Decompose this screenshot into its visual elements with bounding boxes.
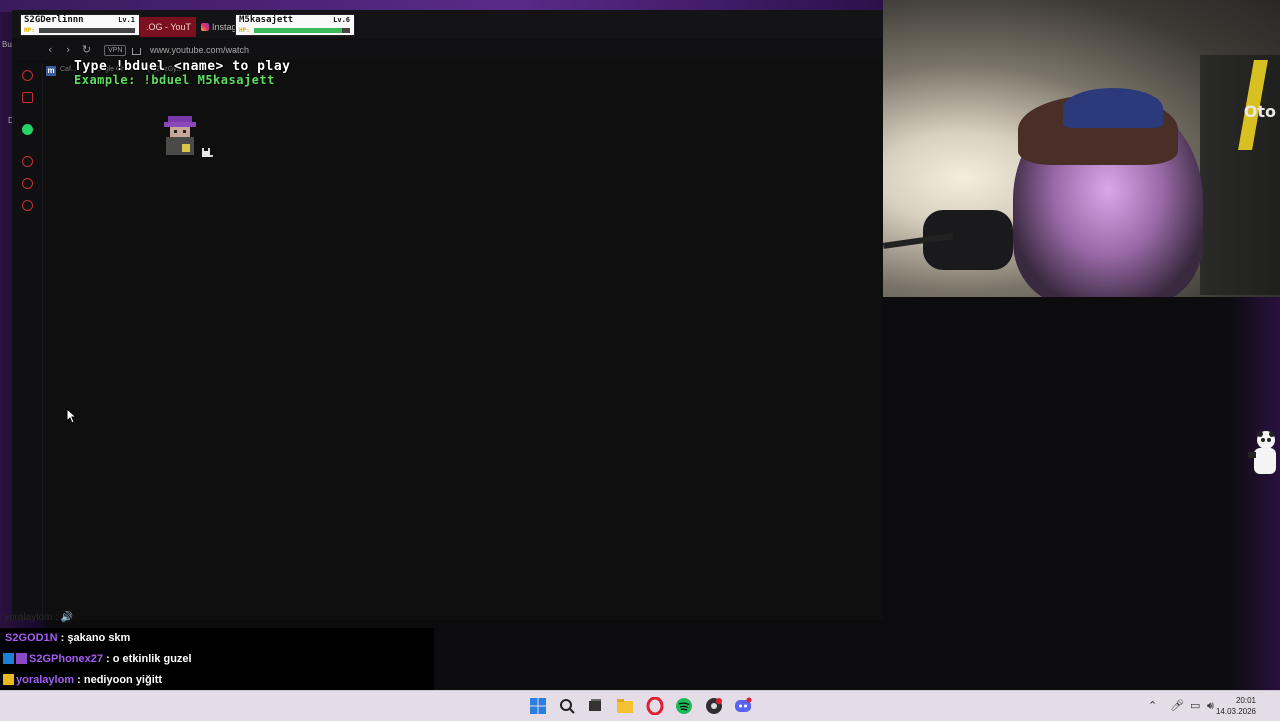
- chat-text: : şakano skm: [57, 632, 131, 644]
- sidebar-history-icon[interactable]: [22, 178, 33, 189]
- microphone-tray-icon[interactable]: 🎤︎: [1170, 691, 1184, 721]
- player-card-2: M5kasajett Lv.6 HP:: [235, 14, 355, 36]
- sidebar-refresh-icon[interactable]: [22, 70, 33, 81]
- webcam-background-text: Oto: [1243, 102, 1276, 121]
- chat-faded-line: yoralaylom : 🔊: [4, 612, 74, 623]
- cat-pet-sprite: [202, 148, 213, 157]
- tab-label: .OG - YouT: [146, 22, 192, 32]
- opera-icon[interactable]: [646, 697, 664, 715]
- lock-icon: [132, 48, 141, 55]
- webcam-feed: Oto: [883, 0, 1280, 297]
- taskbar: ⌃ 🎤︎ ▭ 🔊︎ 20:01 14.03.2026: [0, 690, 1280, 721]
- bookmark-icon[interactable]: m: [46, 66, 56, 76]
- game-instruction: Type !bduel <name> to play: [74, 59, 291, 74]
- task-view-icon[interactable]: [586, 697, 604, 715]
- back-arrow-icon[interactable]: ‹: [48, 40, 52, 60]
- chat-message: S2GOD1N : şakano skm: [0, 628, 434, 649]
- sub-badge-icon: [16, 653, 27, 664]
- game-example: Example: !bduel M5kasajett: [74, 73, 275, 87]
- volume-icon[interactable]: 🔊︎: [1207, 691, 1214, 721]
- network-icon[interactable]: ▭: [1190, 691, 1200, 721]
- hp-bar-fill: [254, 28, 343, 33]
- hp-label: HP:: [24, 27, 35, 34]
- player-name: M5kasajett: [239, 15, 294, 25]
- chat-message: yoralaylom : nediyoon yiğitt: [0, 670, 434, 691]
- spotify-icon[interactable]: [675, 697, 693, 715]
- sidebar-bag-icon[interactable]: [22, 92, 33, 103]
- mouse-cursor-icon: [66, 408, 76, 424]
- chat-text: : nediyoon yiğitt: [74, 674, 163, 686]
- left-edge-text-1: Bu: [2, 40, 12, 49]
- tab-bar: .OG - YouT Instag: [12, 10, 883, 38]
- streamer-cap: [1063, 88, 1163, 128]
- hp-bar: [254, 28, 350, 33]
- browser-sidebar: [12, 62, 43, 620]
- search-icon[interactable]: [558, 697, 576, 715]
- url-field[interactable]: www.youtube.com/watch: [150, 40, 249, 60]
- hp-bar: [39, 28, 135, 33]
- tab-youtube[interactable]: .OG - YouT: [140, 17, 196, 37]
- hp-label: HP:: [239, 27, 250, 34]
- player-name: S2GDerlinnn: [24, 15, 84, 25]
- discord-icon[interactable]: [734, 697, 752, 715]
- chat-text: : o etkinlik guzel: [102, 653, 192, 665]
- chat-message: S2GPhonex27 : o etkinlik guzel: [0, 649, 434, 670]
- vpn-badge[interactable]: VPN: [104, 45, 127, 56]
- browser-window: .OG - YouT Instag ‹ › ↻ VPN www.youtube.…: [12, 10, 883, 620]
- wizard-sprite: [164, 116, 196, 155]
- prime-badge-icon: [3, 653, 14, 664]
- reload-icon[interactable]: ↻: [82, 40, 91, 60]
- sidebar-settings-icon[interactable]: [22, 200, 33, 211]
- file-explorer-icon[interactable]: [616, 697, 634, 715]
- webcam-chair: [1200, 55, 1280, 295]
- obs-icon[interactable]: [705, 697, 723, 715]
- forward-arrow-icon[interactable]: ›: [66, 40, 70, 60]
- player-card-1: S2GDerlinnn Lv.1 HP:: [20, 14, 140, 36]
- stream-chat: yoralaylom : 🔊 S2GOD1N : şakano skm S2GP…: [0, 610, 434, 691]
- crown-badge-icon: [3, 674, 14, 685]
- system-clock[interactable]: 20:01 14.03.2026: [1216, 695, 1256, 717]
- whatsapp-icon[interactable]: [22, 124, 33, 135]
- tray-overflow-icon[interactable]: ⌃: [1148, 691, 1157, 721]
- instagram-icon: [201, 23, 209, 31]
- player-level: Lv.1: [118, 16, 135, 24]
- tab-label: Instag: [212, 22, 237, 32]
- address-bar: ‹ › ↻ VPN www.youtube.com/watch: [12, 40, 883, 60]
- sidebar-play-icon[interactable]: [22, 156, 33, 167]
- chat-username: S2GOD1N: [5, 632, 58, 644]
- clock-date: 14.03.2026: [1215, 707, 1256, 716]
- chat-username: S2GPhonex27: [29, 653, 103, 665]
- player-level: Lv.6: [333, 16, 350, 24]
- panda-mascot: [1248, 431, 1276, 474]
- windows-start-icon[interactable]: [529, 697, 547, 715]
- clock-time: 20:01: [1235, 696, 1256, 705]
- chat-username: yoralaylom: [16, 674, 75, 686]
